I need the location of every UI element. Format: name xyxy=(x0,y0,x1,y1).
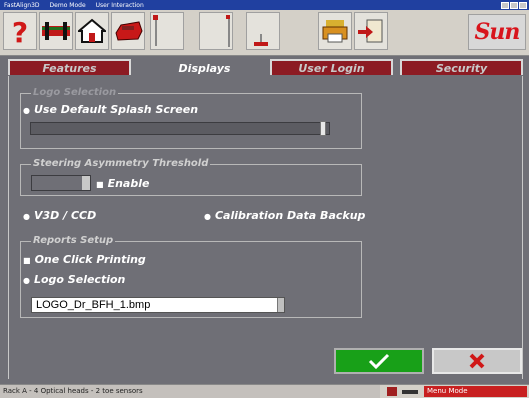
marker-icon xyxy=(226,15,230,47)
logo-file-value: LOGO_Dr_BFH_1.bmp xyxy=(36,299,151,311)
logo-file-scroll[interactable] xyxy=(277,298,284,312)
logo-selection-label: Logo Selection xyxy=(33,273,126,286)
ok-button[interactable] xyxy=(334,348,424,374)
logo-text: Sun xyxy=(474,19,521,45)
wrench-icon xyxy=(387,387,397,396)
steering-group-title: Steering Asymmetry Threshold xyxy=(31,158,211,169)
status-icons xyxy=(386,386,419,397)
minimize-button[interactable] xyxy=(501,1,509,9)
one-click-printing-option[interactable]: ■ One Click Printing xyxy=(23,253,146,266)
close-window-button[interactable] xyxy=(519,1,527,9)
v3d-ccd-label: V3D / CCD xyxy=(33,209,97,222)
use-default-splash-option[interactable]: ● Use Default Splash Screen xyxy=(23,103,198,116)
logo-file-field[interactable]: LOGO_Dr_BFH_1.bmp xyxy=(31,297,285,313)
v3d-ccd-option[interactable]: ● V3D / CCD xyxy=(23,209,96,222)
vehicle-icon xyxy=(115,21,143,41)
checkmark-icon xyxy=(368,353,390,369)
radio-indicator: ● xyxy=(23,276,30,285)
calibration-backup-label: Calibration Data Backup xyxy=(214,209,366,222)
tab-user-login[interactable]: User Login xyxy=(270,59,393,75)
toolbar-slot-6[interactable] xyxy=(199,12,233,50)
splash-group-title: Logo Selection xyxy=(31,87,119,98)
checkbox-indicator: ■ xyxy=(96,180,104,189)
mode-indicator: Menu Mode xyxy=(424,386,527,397)
splash-slider-thumb[interactable] xyxy=(320,121,326,136)
toolbar-slot-7[interactable] xyxy=(246,12,280,50)
vehicle-alignment-icon xyxy=(42,22,70,40)
maximize-button[interactable] xyxy=(510,1,518,9)
status-bar: Rack A - 4 Optical heads - 2 toe sensors… xyxy=(0,384,529,398)
threshold-spinner[interactable] xyxy=(31,175,91,191)
use-default-splash-label: Use Default Splash Screen xyxy=(33,103,199,116)
sun-logo: Sun xyxy=(468,14,526,50)
tab-features[interactable]: Features xyxy=(8,59,131,75)
window-controls xyxy=(501,1,529,9)
printer-icon xyxy=(322,20,348,43)
splash-slider[interactable] xyxy=(30,121,330,136)
tab-bar: Features Displays User Login Security xyxy=(8,59,523,76)
radio-indicator: ● xyxy=(23,106,30,115)
home-button[interactable] xyxy=(75,12,109,50)
enable-option[interactable]: ■ Enable xyxy=(96,177,149,190)
title-bar: FastAlign3D Demo Mode User Interaction xyxy=(0,0,529,10)
logo-selection-option[interactable]: ● Logo Selection xyxy=(23,273,125,286)
title-app: FastAlign3D xyxy=(4,1,40,9)
status-text: Rack A - 4 Optical heads - 2 toe sensors xyxy=(0,385,380,398)
help-icon: ? xyxy=(12,16,28,46)
print-button[interactable] xyxy=(318,12,352,50)
tab-displays[interactable]: Displays xyxy=(143,59,266,75)
document-arrow-icon xyxy=(358,19,383,43)
enable-label: Enable xyxy=(107,177,150,190)
cancel-button[interactable] xyxy=(432,348,522,374)
one-click-printing-label: One Click Printing xyxy=(34,253,146,266)
svg-text:?: ? xyxy=(12,16,28,46)
sensor-icon xyxy=(402,390,418,394)
marker-icon xyxy=(254,34,268,46)
document-button[interactable] xyxy=(354,12,388,50)
splash-group: Logo Selection xyxy=(20,87,362,149)
toolbar-slot-5[interactable] xyxy=(150,12,184,50)
tab-security[interactable]: Security xyxy=(400,59,523,75)
checkbox-indicator: ■ xyxy=(23,256,31,265)
displays-panel: Logo Selection ● Use Default Splash Scree… xyxy=(8,76,523,379)
title-section: User Interaction xyxy=(95,1,144,9)
reports-group-title: Reports Setup xyxy=(31,235,116,246)
marker-icon xyxy=(153,15,158,46)
vehicle-button[interactable] xyxy=(111,12,145,50)
radio-indicator: ● xyxy=(204,212,211,221)
close-icon xyxy=(469,353,485,369)
spinner-arrows[interactable] xyxy=(82,176,90,190)
home-icon xyxy=(78,18,106,43)
title-mode: Demo Mode xyxy=(49,1,86,9)
toolbar: ? Sun xyxy=(0,10,529,56)
alignment-button[interactable] xyxy=(39,12,73,50)
radio-indicator: ● xyxy=(23,212,30,221)
calibration-backup-option[interactable]: ● Calibration Data Backup xyxy=(204,209,365,222)
help-button[interactable]: ? xyxy=(3,12,37,50)
